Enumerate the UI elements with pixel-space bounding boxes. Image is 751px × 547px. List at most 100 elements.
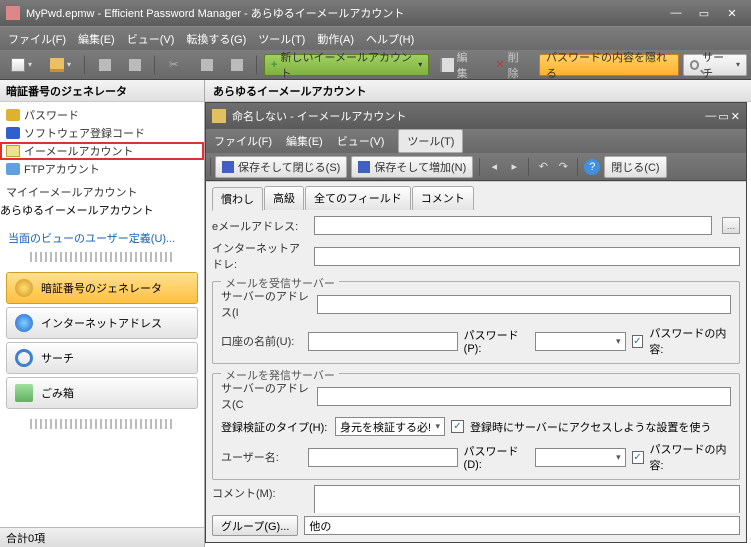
group-value-field[interactable]: 他の: [304, 516, 740, 535]
tree-item-password[interactable]: パスワード: [0, 106, 204, 124]
separator: [154, 55, 156, 75]
dialog-menu-edit[interactable]: 編集(E): [286, 133, 323, 149]
close-button[interactable]: ✕: [719, 4, 745, 22]
auth-type-select[interactable]: 身元を検証する必!▾: [335, 417, 445, 436]
print-button[interactable]: [92, 54, 118, 76]
delete-button[interactable]: ✕削除: [488, 54, 535, 76]
tab-custom[interactable]: 慣わし: [212, 187, 263, 211]
dialog-close-button[interactable]: ✕: [731, 110, 740, 123]
key-icon: [6, 109, 20, 121]
tab-all-fields[interactable]: 全てのフィールド: [305, 186, 411, 210]
menu-convert[interactable]: 転換する(G): [186, 31, 246, 47]
outgoing-server-input[interactable]: [317, 387, 731, 406]
edit-button[interactable]: 編集: [433, 54, 484, 76]
content-header: あらゆるイーメールアカウント: [205, 80, 751, 102]
internet-address-input[interactable]: [314, 247, 740, 266]
sidebar-header: 暗証番号のジェネレータ: [0, 80, 204, 102]
dialog-menu-view[interactable]: ビュー(V): [337, 133, 385, 149]
nav-password-generator[interactable]: 暗証番号のジェネレータ: [6, 272, 198, 304]
separator: [256, 55, 258, 75]
minimize-button[interactable]: —: [663, 4, 689, 22]
cut-button[interactable]: ✂: [162, 54, 190, 76]
status-bar: 合計0項: [0, 527, 204, 547]
main-toolbar: ▾ ▾ ✂ +新しいイーメールアカウント▾ 編集 ✕削除 パスワードの内容を隠れ…: [0, 50, 751, 80]
tab-comment[interactable]: コメント: [412, 186, 474, 210]
dialog-toolbar: 保存そして閉じる(S) 保存そして増加(N) ◂ ▸ ↶ ↷ ? 閉じる(C): [206, 153, 746, 181]
menu-tools[interactable]: ツール(T): [258, 31, 305, 47]
dialog-maximize-button[interactable]: ▭: [718, 110, 728, 123]
internet-address-label: インターネットアドレ:: [212, 240, 308, 272]
undo-button[interactable]: ↶: [535, 159, 551, 175]
tree-item-ftp-account[interactable]: FTPアカウント: [0, 160, 204, 178]
my-email-accounts-label: マイイーメールアカウント: [0, 182, 204, 202]
close-button[interactable]: 閉じる(C): [604, 156, 666, 178]
account-name-input[interactable]: [308, 332, 458, 351]
incoming-server-input[interactable]: [317, 295, 731, 314]
all-email-accounts-item[interactable]: あらゆるイーメールアカウント: [0, 202, 204, 218]
maximize-button[interactable]: ▭: [691, 4, 717, 22]
dialog-menu-file[interactable]: ファイル(F): [214, 133, 272, 149]
menu-help[interactable]: ヘルプ(H): [366, 31, 414, 47]
tab-advanced[interactable]: 高級: [264, 186, 304, 210]
menu-file[interactable]: ファイル(F): [8, 31, 66, 47]
dialog-tabs: 慣わし 高級 全てのフィールド コメント: [212, 186, 740, 210]
dialog-minimize-button[interactable]: —: [705, 110, 716, 123]
email-browse-button[interactable]: …: [722, 217, 740, 234]
dialog-title: 命名しない - イーメールアカウント: [232, 108, 406, 124]
content-pane: あらゆるイーメールアカウント 命名しない - イーメールアカウント — ▭ ✕ …: [205, 80, 751, 547]
dialog-footer: グループ(G)... 他の: [206, 513, 746, 542]
open-button[interactable]: ▾: [43, 54, 78, 76]
next-button[interactable]: ▸: [506, 159, 522, 175]
category-tree: パスワード ソフトウェア登録コード イーメールアカウント FTPアカウント: [0, 102, 204, 182]
separator: [84, 55, 86, 75]
pwd-content-label-1: パスワードの内容:: [649, 325, 731, 357]
new-doc-button[interactable]: ▾: [4, 54, 39, 76]
menu-action[interactable]: 動作(A): [317, 31, 354, 47]
key-icon: [15, 279, 33, 297]
pwd-content-checkbox-1[interactable]: ✓: [632, 335, 644, 348]
access-on-reg-checkbox[interactable]: ✓: [451, 420, 464, 433]
new-email-account-button[interactable]: +新しいイーメールアカウント▾: [264, 54, 429, 76]
comment-textarea[interactable]: [314, 485, 740, 513]
save-icon: [358, 161, 370, 173]
nav-internet-address[interactable]: インターネットアドレス: [6, 307, 198, 339]
comment-label: コメント(M):: [212, 485, 308, 501]
nav-trash[interactable]: ごみ箱: [6, 377, 198, 409]
dialog-menu-tool[interactable]: ツール(T): [398, 129, 463, 153]
redo-button[interactable]: ↷: [555, 159, 571, 175]
copy-button[interactable]: [194, 54, 220, 76]
menu-view[interactable]: ビュー(V): [127, 31, 175, 47]
tree-item-software-reg[interactable]: ソフトウェア登録コード: [0, 124, 204, 142]
tree-item-email-account[interactable]: イーメールアカウント: [0, 142, 204, 160]
paste-button[interactable]: [224, 54, 250, 76]
save-and-close-button[interactable]: 保存そして閉じる(S): [215, 156, 347, 178]
search-button[interactable]: サーチ▾: [683, 54, 747, 76]
preview-button[interactable]: [122, 54, 148, 76]
search-icon: [690, 60, 700, 70]
pwd-content-checkbox-2[interactable]: ✓: [632, 451, 644, 464]
dialog-menu: ファイル(F) 編集(E) ビュー(V) ツール(T): [206, 129, 746, 153]
auth-type-label: 登録検証のタイプ(H):: [221, 419, 329, 435]
dialog-body: 慣わし 高級 全てのフィールド コメント eメールアドレス: … インターネット…: [206, 181, 746, 513]
save-and-add-button[interactable]: 保存そして増加(N): [351, 156, 473, 178]
group-button[interactable]: グループ(G)...: [212, 515, 298, 536]
email-account-dialog: 命名しない - イーメールアカウント — ▭ ✕ ファイル(F) 編集(E) ビ…: [205, 102, 747, 543]
search-icon: [15, 349, 33, 367]
grip-icon[interactable]: [30, 252, 174, 262]
current-view-userdef-link[interactable]: 当面のビューのユーザー定義(U)...: [0, 230, 204, 246]
username-input[interactable]: [308, 448, 458, 467]
password-d-select[interactable]: ▾: [535, 448, 626, 467]
menu-edit[interactable]: 編集(E): [78, 31, 115, 47]
help-icon[interactable]: ?: [584, 159, 600, 175]
incoming-group-label: メールを受信サーバー: [221, 275, 339, 291]
prev-button[interactable]: ◂: [486, 159, 502, 175]
incoming-server-group: メールを受信サーバー サーバーのアドレス(I 口座の名前(U): パスワード(P…: [212, 281, 740, 364]
password-d-label: パスワード(D):: [464, 443, 530, 471]
nav-search[interactable]: サーチ: [6, 342, 198, 374]
email-address-input[interactable]: [314, 216, 712, 235]
hide-password-button[interactable]: パスワードの内容を隠れる: [539, 54, 679, 76]
password-p-select[interactable]: ▾: [535, 332, 626, 351]
ftp-icon: [6, 163, 20, 175]
register-icon: [6, 127, 20, 139]
grip-icon[interactable]: [30, 419, 174, 429]
